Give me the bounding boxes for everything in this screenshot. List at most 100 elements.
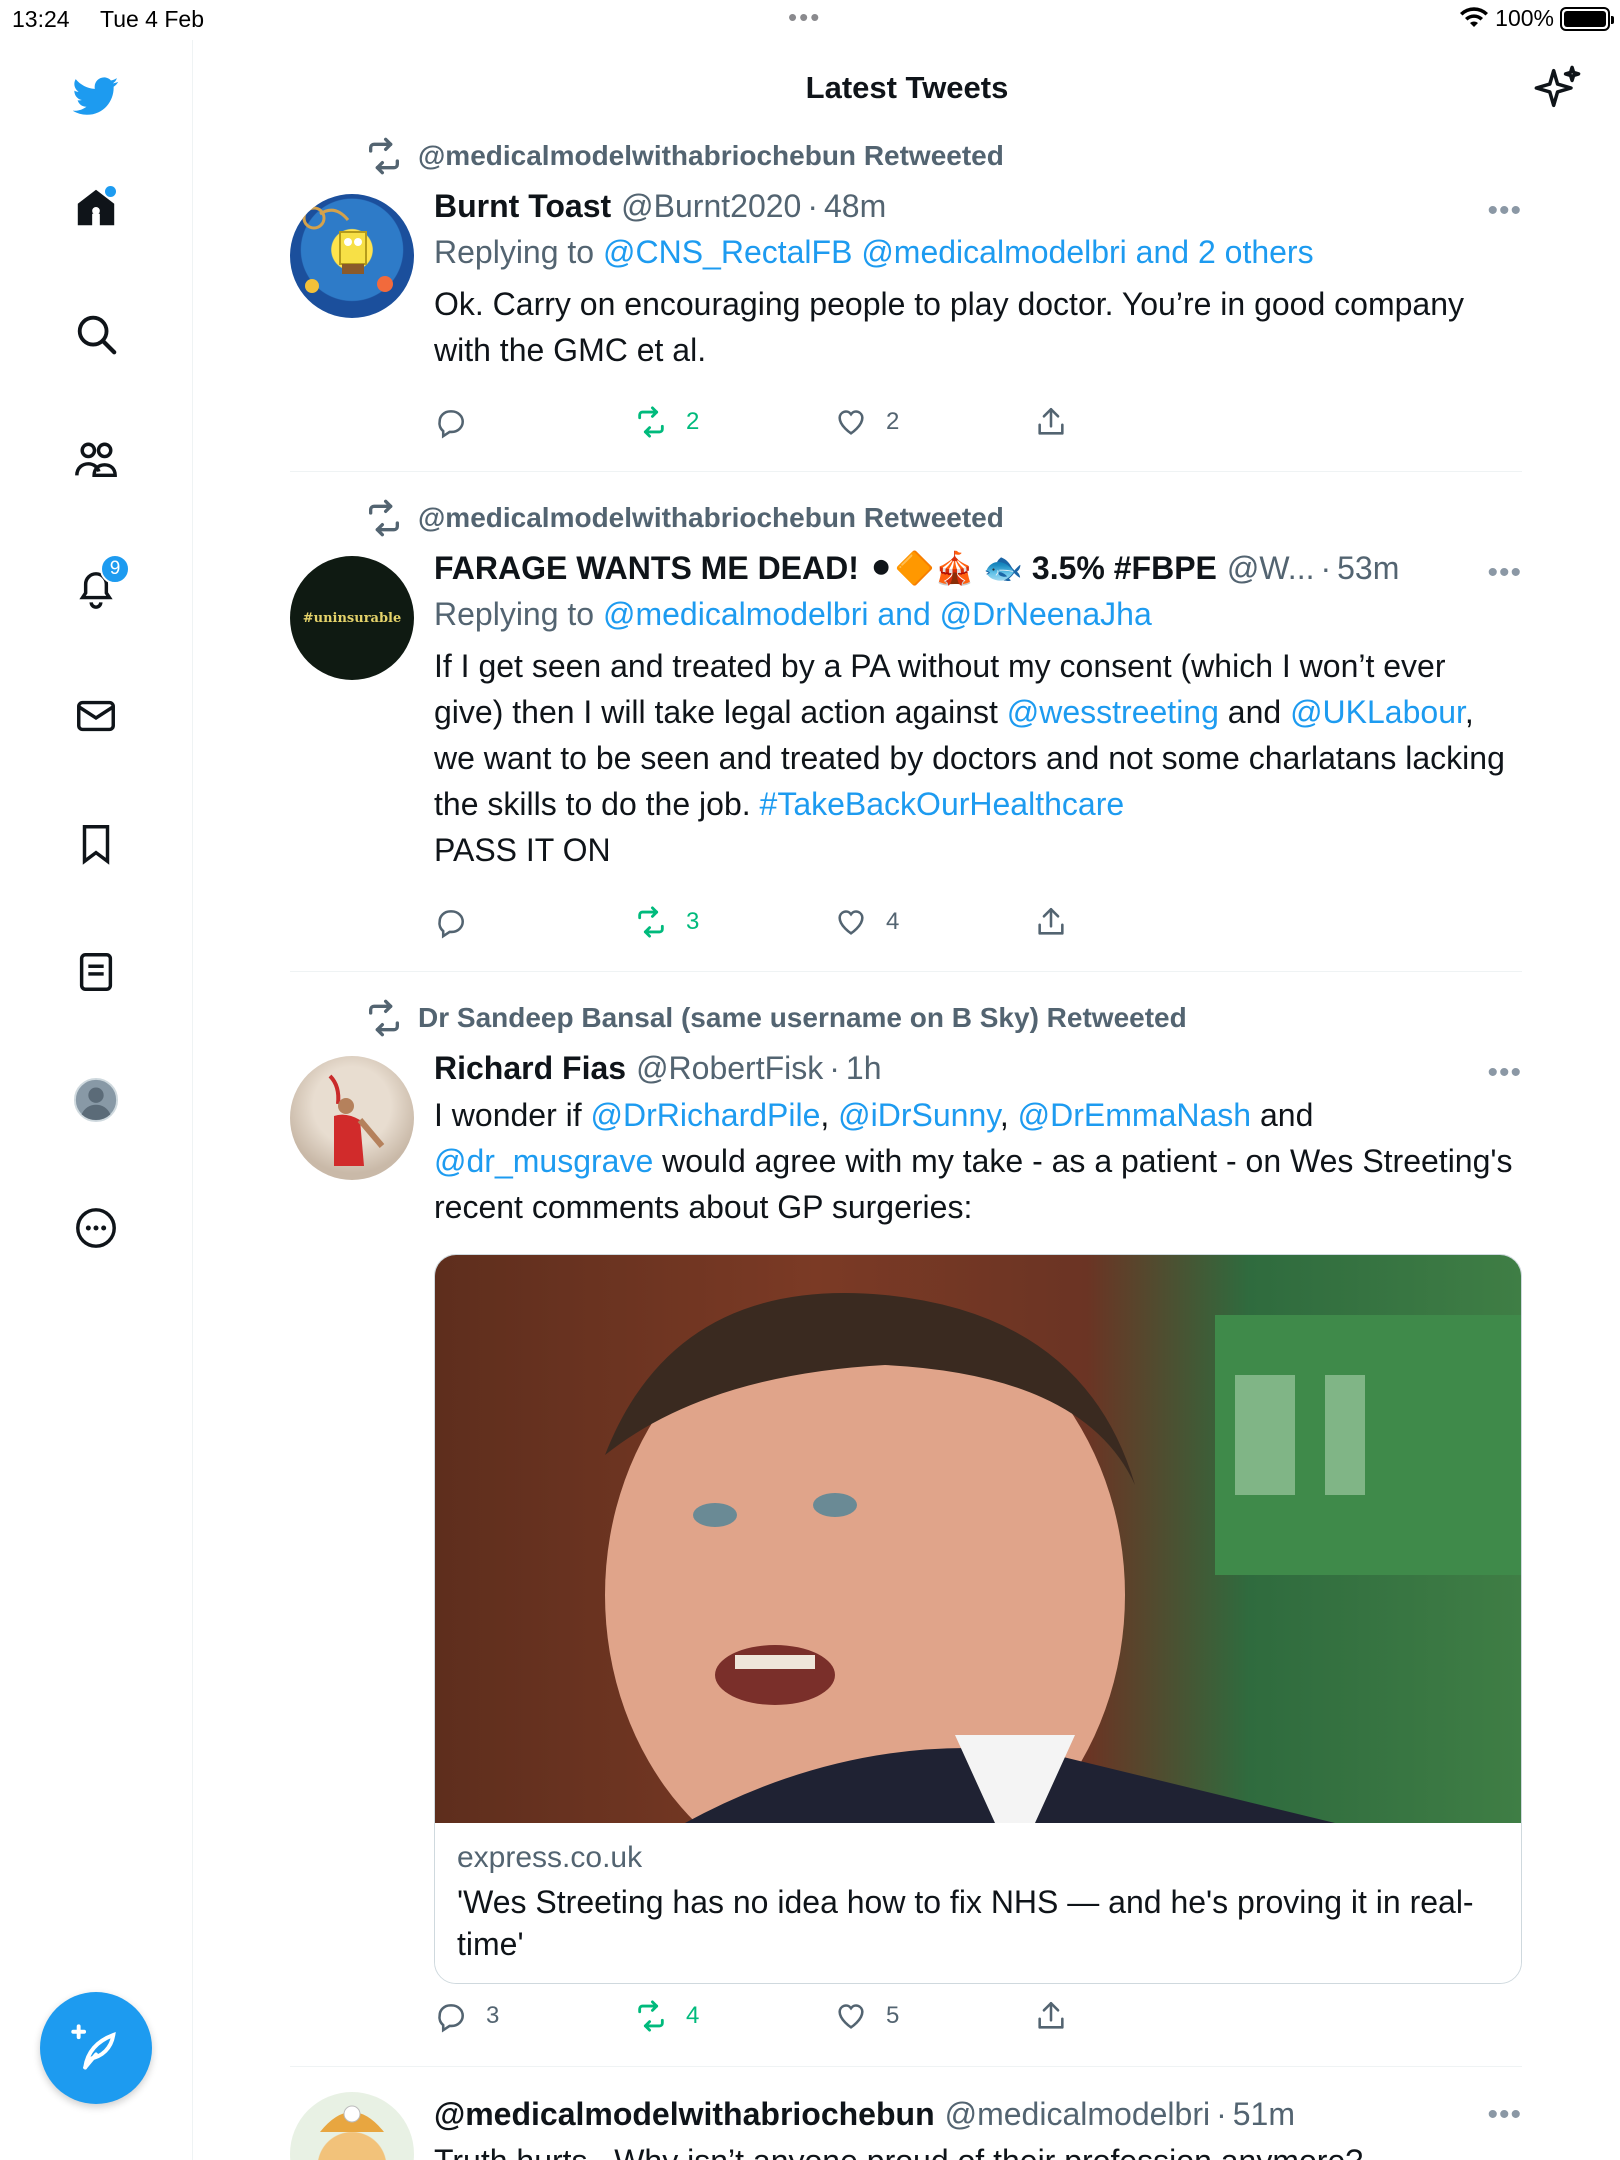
retweet-button[interactable]: 3 [634,902,699,942]
compose-icon [71,2024,116,2070]
avatar[interactable] [290,194,414,318]
retweet-context: Dr Sandeep Bansal (same username on B Sk… [369,999,1187,1037]
reply-icon [438,910,464,939]
tweet-age: 51m [1232,2095,1295,2132]
tweet[interactable]: @medicalmodelwithabriochebun @medicalmod… [290,2092,1522,2160]
share-icon [1038,2001,1064,2029]
link-card-domain: express.co.uk [457,1841,643,1874]
replying-to: Replying to @CNS_RectalFB @medicalmodelb… [434,234,1314,270]
link-card-meta: express.co.uk 'Wes Streeting has no idea… [435,1823,1521,1983]
home-icon[interactable] [66,178,126,238]
bookmark-icon[interactable] [66,814,126,874]
retweet-icon [369,999,399,1037]
battery-icon [1560,6,1614,31]
share-button[interactable] [1034,402,1086,442]
tweet-age: 1h [845,1049,882,1086]
notifications-badge: 9 [100,554,130,584]
avatar[interactable] [290,1056,414,1180]
divider [290,2066,1522,2067]
divider [290,971,1522,972]
tweet-body: FARAGE WANTS ME DEAD! ⚫🔶🎪 🐟 3.5% #FBPE @… [434,546,1522,873]
author-name[interactable]: FARAGE WANTS ME DEAD! ⚫🔶🎪 🐟 3.5% #FBPE [434,549,1217,587]
like-icon [838,410,864,435]
replying-links[interactable]: @medicalmodelbri and @DrNeenaJha [603,596,1152,632]
twitter-bird-icon[interactable] [66,66,126,126]
retweet-icon [638,406,664,438]
author-handle[interactable]: @Burnt2020 [621,188,801,225]
like-button[interactable]: 4 [834,902,899,942]
avatar[interactable] [290,2092,414,2160]
person-avatar-icon [328,1074,385,1166]
tweet[interactable]: @medicalmodelwithabriochebun Retweeted #… [290,499,1522,960]
mention-link[interactable]: @wesstreeting [1007,694,1219,730]
more-options-icon[interactable]: ••• [1487,2098,1522,2132]
author-name[interactable]: @medicalmodelwithabriochebun [434,2096,935,2133]
more-options-icon[interactable]: ••• [1487,556,1522,590]
reply-button[interactable]: 3 [434,1996,499,2036]
replying-to: Replying to @medicalmodelbri and @DrNeen… [434,596,1152,632]
share-button[interactable] [1034,902,1086,942]
retweet-count: 3 [686,908,700,935]
author-handle[interactable]: @RobertFisk [636,1050,823,1087]
replying-links[interactable]: @CNS_RectalFB @medicalmodelbri and 2 oth… [603,234,1314,270]
tweet-text: Ok. Carry on encouraging people to play … [434,286,1464,368]
tweet-header: Burnt Toast @Burnt2020 · 48m [434,187,887,225]
tweet-text: If I get seen and treated by a PA withou… [434,648,1505,868]
reply-button[interactable] [434,402,486,442]
share-icon [1038,907,1064,935]
like-button[interactable]: 2 [834,402,899,442]
more-circle-icon[interactable] [66,1198,126,1258]
retweet-button[interactable]: 2 [634,402,699,442]
bell-icon[interactable]: 9 [66,554,130,618]
like-count: 4 [886,908,900,935]
mention-link[interactable]: @UKLabour [1290,694,1465,730]
mention-link[interactable]: @DrRichardPile [591,1097,821,1133]
page-title: Latest Tweets [805,70,1009,105]
like-button[interactable]: 5 [834,1996,899,2036]
hamster-avatar-icon [320,2105,384,2132]
retweeted-by: Dr Sandeep Bansal (same username on B Sk… [418,1002,1187,1033]
sparkle-icon[interactable] [1532,62,1584,114]
list-icon[interactable] [66,942,126,1002]
author-handle[interactable]: @W... [1227,550,1315,587]
reply-button[interactable] [434,902,486,942]
avatar[interactable]: #uninsurable [290,556,414,680]
avatar-text: #uninsurable [302,610,402,626]
compose-button[interactable] [40,1992,152,2104]
retweet-count: 4 [686,2002,700,2029]
more-options-icon[interactable]: ••• [1487,1056,1522,1090]
tweet-body: @medicalmodelwithabriochebun @medicalmod… [434,2092,1522,2160]
status-bar: 13:24 Tue 4 Feb ••• 100% [0,0,1620,40]
more-options-icon[interactable]: ••• [1487,194,1522,228]
hashtag-link[interactable]: #TakeBackOurHealthcare [760,786,1125,822]
mention-link[interactable]: @dr_musgrave [434,1143,653,1179]
retweeted-by: @medicalmodelwithabriochebun Retweeted [418,502,1004,533]
tweet-header: @medicalmodelwithabriochebun @medicalmod… [434,2095,1295,2133]
wifi-icon [1460,6,1489,27]
profile-icon[interactable] [66,1070,126,1130]
mail-icon[interactable] [66,686,126,746]
link-card-title: 'Wes Streeting has no idea how to fix NH… [457,1884,1474,1962]
tweet[interactable]: Dr Sandeep Bansal (same username on B Sk… [290,999,1522,2040]
status-time: 13:24 [12,6,70,32]
tweet-text: I wonder if @DrRichardPile, @iDrSunny, @… [434,1097,1513,1225]
share-button[interactable] [1034,1996,1086,2036]
author-name[interactable]: Burnt Toast [434,188,611,225]
retweet-button[interactable]: 4 [634,1996,699,2036]
link-card[interactable]: express.co.uk 'Wes Streeting has no idea… [434,1254,1522,1984]
link-card-image [435,1255,1521,1895]
communities-icon[interactable] [66,430,126,490]
tweet-age: 53m [1337,549,1400,586]
author-handle[interactable]: @medicalmodelbri [945,2096,1210,2133]
like-icon [838,910,864,935]
mention-link[interactable]: @DrEmmaNash [1018,1097,1251,1133]
search-icon[interactable] [66,304,126,364]
tweet[interactable]: @medicalmodelwithabriochebun Retweeted B… [290,137,1522,458]
tweet-header: FARAGE WANTS ME DEAD! ⚫🔶🎪 🐟 3.5% #FBPE @… [434,549,1400,587]
mention-link[interactable]: @iDrSunny [838,1097,1000,1133]
reply-count: 3 [486,2002,500,2029]
portrait-photo [605,1293,1521,1895]
author-name[interactable]: Richard Fias [434,1050,626,1087]
multitask-dots-icon[interactable]: ••• [788,2,821,33]
retweet-icon [638,2000,664,2032]
